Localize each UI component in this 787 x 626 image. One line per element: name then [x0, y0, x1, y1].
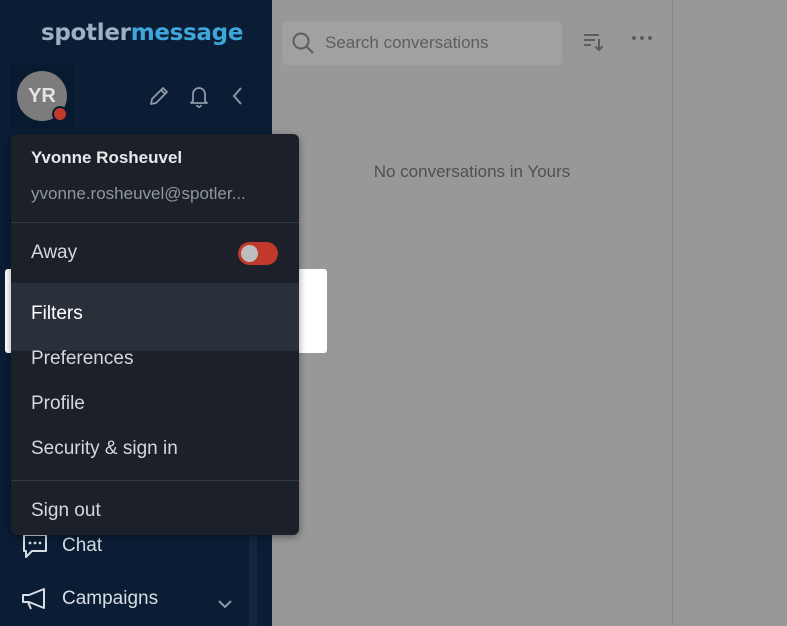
menu-item-profile[interactable]: Profile: [31, 393, 85, 415]
nav-item-campaigns[interactable]: Campaigns: [20, 581, 158, 617]
pencil-icon[interactable]: [147, 84, 171, 108]
logo-part-1: spotler: [41, 20, 131, 46]
chat-icon: [23, 534, 47, 558]
empty-state-message: No conversations in Yours: [373, 162, 571, 181]
megaphone-icon: [22, 588, 45, 610]
sidebar-scrollbar[interactable]: [249, 520, 257, 626]
nav-item-label: Chat: [62, 535, 103, 556]
conversation-list-panel: No conversations in Yours: [272, 0, 672, 626]
spotler-message-logo: spotlermessage: [41, 20, 243, 46]
status-indicator: [52, 106, 68, 122]
sort-icon[interactable]: [582, 31, 604, 53]
avatar-initials: YR: [28, 84, 56, 107]
avatar-button[interactable]: YR: [10, 64, 74, 128]
search-input[interactable]: [323, 32, 547, 54]
logo-part-2: message: [130, 20, 244, 46]
nav-item-label: Campaigns: [62, 588, 159, 609]
menu-item-preferences[interactable]: Preferences: [31, 348, 133, 370]
collapse-chevron-icon[interactable]: [229, 85, 247, 107]
user-menu: Yvonne Rosheuvel yvonne.rosheuvel@spotle…: [11, 134, 299, 535]
away-toggle[interactable]: [238, 242, 278, 265]
menu-item-filters[interactable]: Filters: [31, 303, 83, 325]
menu-item-sign-out[interactable]: Sign out: [31, 500, 101, 522]
search-box[interactable]: [282, 21, 562, 65]
bell-icon[interactable]: [187, 83, 211, 109]
toggle-knob: [241, 245, 258, 262]
user-name: Yvonne Rosheuvel: [31, 148, 183, 167]
user-email: yvonne.rosheuvel@spotler...: [31, 184, 246, 203]
detail-panel: [673, 0, 787, 626]
search-icon: [292, 32, 314, 54]
chevron-down-icon[interactable]: [216, 598, 234, 610]
menu-divider: [11, 222, 299, 223]
menu-item-security[interactable]: Security & sign in: [31, 438, 178, 460]
more-options-icon[interactable]: [631, 34, 653, 42]
menu-divider: [11, 480, 299, 481]
away-label: Away: [31, 242, 78, 263]
